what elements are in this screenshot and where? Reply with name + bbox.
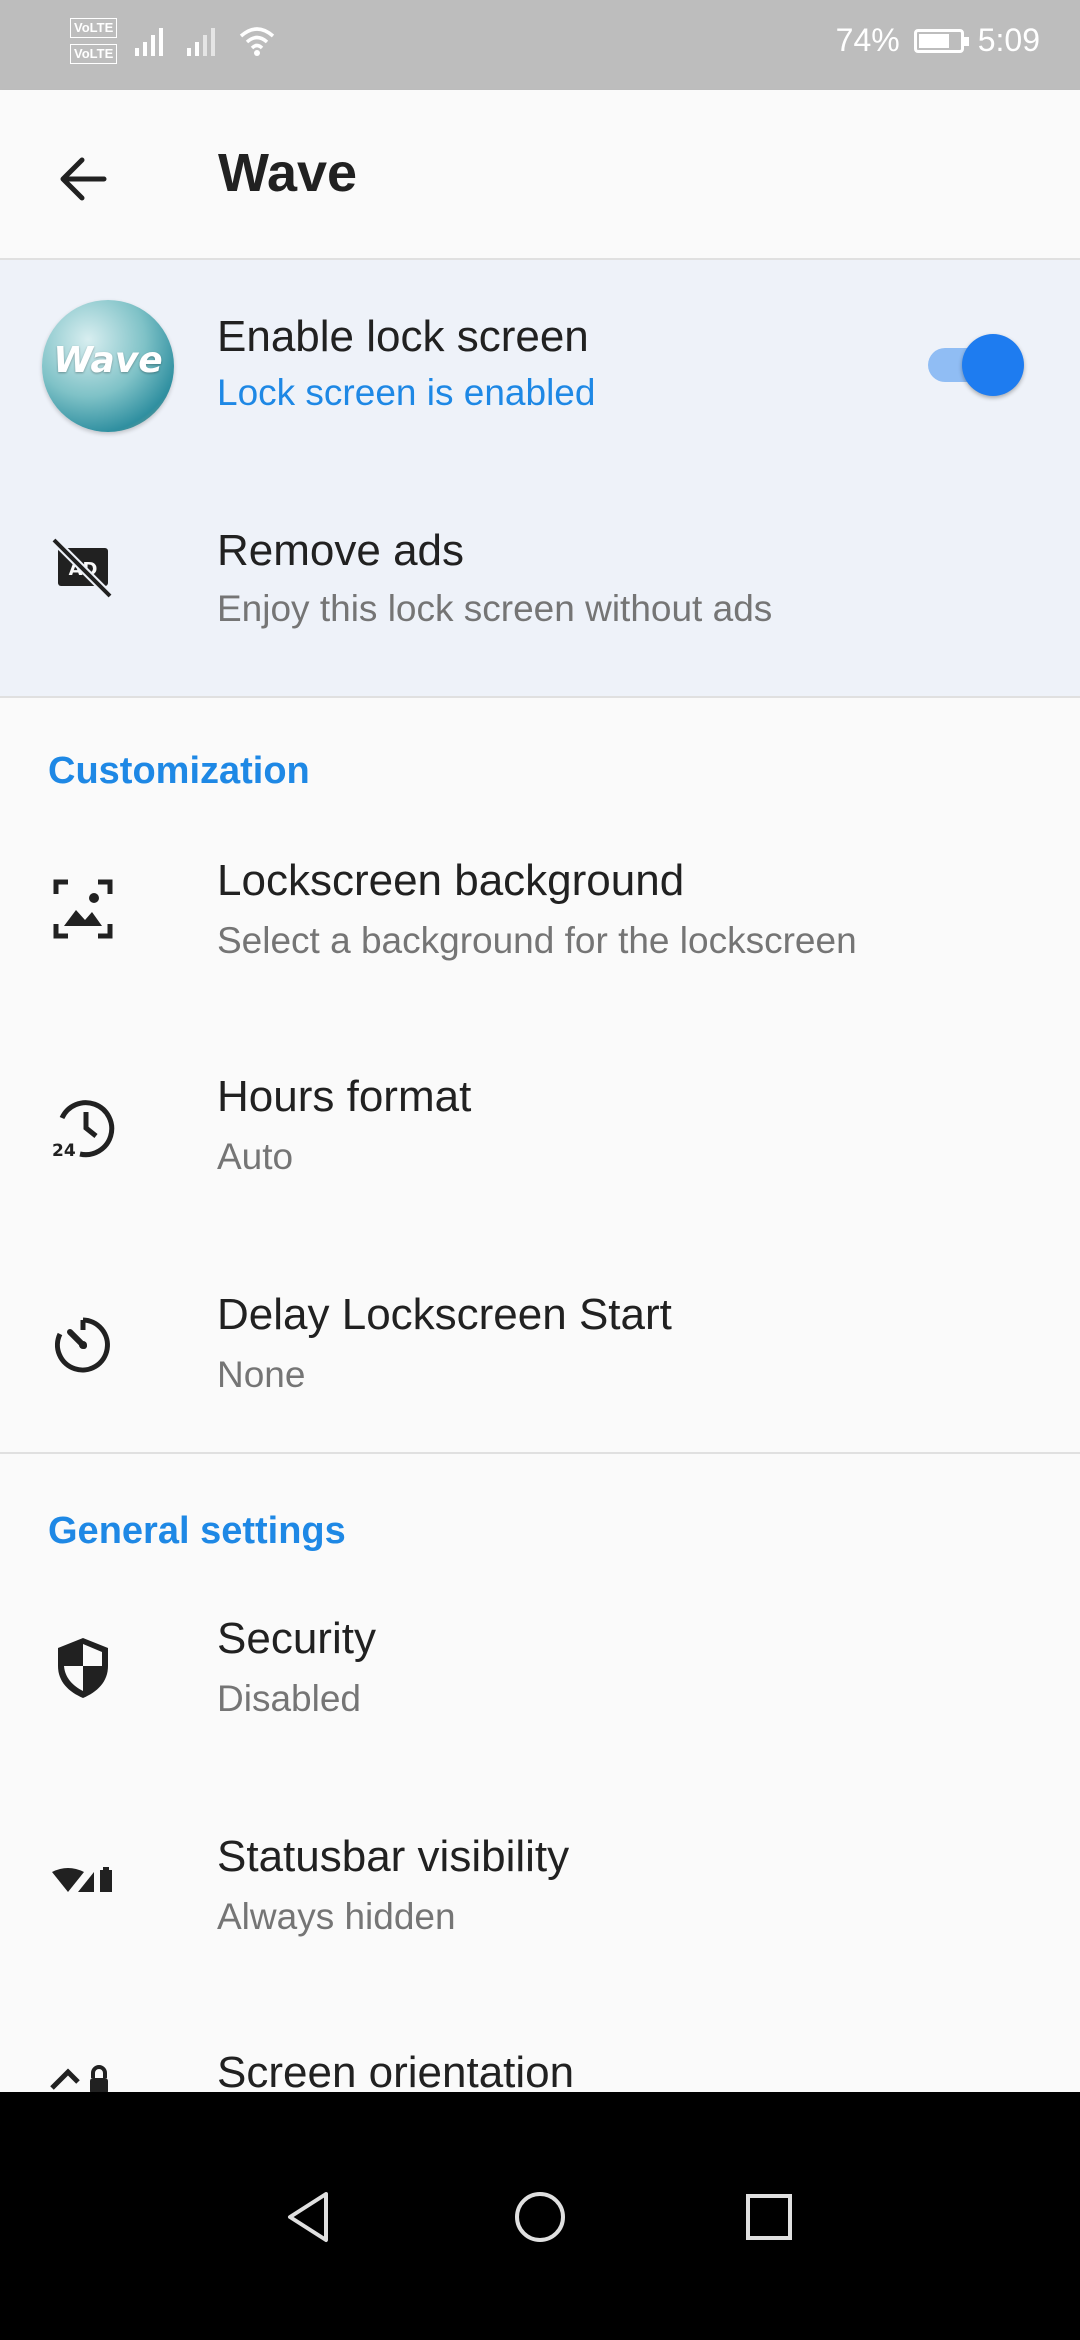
- battery-percent: 74%: [835, 22, 900, 58]
- avatar-text: Wave: [53, 340, 163, 381]
- signal-battery-icon: [52, 1867, 112, 1892]
- ads-off-icon: AD: [51, 537, 113, 599]
- status-bar-left: VoLTE VoLTE: [70, 18, 277, 64]
- app-avatar: Wave: [42, 300, 174, 432]
- shield-icon: [58, 1638, 108, 1698]
- delay-lockscreen-subtitle: None: [217, 1354, 306, 1395]
- hours-format-subtitle: Auto: [217, 1136, 294, 1177]
- battery-icon: [913, 28, 969, 53]
- highlight-panel: Wave Enable lock screen Lock screen is e…: [0, 260, 1080, 698]
- battery-fill: [918, 33, 949, 48]
- remove-ads-row[interactable]: AD Remove ads Enjoy this lock screen wit…: [0, 476, 1080, 694]
- statusbar-visibility-subtitle: Always hidden: [217, 1896, 456, 1937]
- enable-lock-screen-title: Enable lock screen: [217, 312, 589, 361]
- wallpaper-icon: [53, 879, 113, 939]
- signal-1-icon: [135, 28, 164, 56]
- status-bar: VoLTE VoLTE 74% 5:09: [0, 0, 1080, 90]
- statusbar-visibility-row[interactable]: Statusbar visibility Always hidden: [0, 1806, 1080, 2024]
- section-header-general-settings: General settings: [48, 1510, 346, 1552]
- hours-format-title: Hours format: [217, 1072, 472, 1121]
- timer-icon: [54, 1317, 110, 1373]
- section-divider: [0, 1452, 1080, 1454]
- page-title: Wave: [218, 143, 358, 203]
- back-triangle-icon[interactable]: [274, 2182, 344, 2252]
- arrow-back-icon[interactable]: [48, 144, 118, 214]
- lock-screen-toggle[interactable]: [928, 334, 1024, 396]
- statusbar-visibility-title: Statusbar visibility: [217, 1832, 570, 1881]
- security-row[interactable]: Security Disabled: [0, 1588, 1080, 1806]
- volte-1-label: VoLTE: [70, 18, 118, 38]
- delay-lockscreen-start-row[interactable]: Delay Lockscreen Start None: [0, 1262, 1080, 1452]
- clock: 5:09: [977, 22, 1040, 58]
- lockscreen-background-subtitle: Select a background for the lockscreen: [217, 920, 857, 961]
- app-bar: Wave: [0, 90, 1080, 260]
- security-title: Security: [217, 1614, 376, 1663]
- enable-lock-screen-subtitle: Lock screen is enabled: [217, 372, 596, 413]
- clock-24-icon: 24: [52, 1100, 115, 1161]
- volte-indicators: VoLTE VoLTE: [70, 18, 118, 64]
- remove-ads-subtitle: Enjoy this lock screen without ads: [217, 588, 773, 629]
- security-subtitle: Disabled: [217, 1678, 361, 1719]
- screen-orientation-row[interactable]: Screen orientation: [0, 2024, 1080, 2092]
- remove-ads-title: Remove ads: [217, 526, 465, 575]
- hours-format-row[interactable]: 24 Hours format Auto: [0, 1044, 1080, 1262]
- status-bar-right: 74% 5:09: [836, 22, 1040, 59]
- svg-text:24: 24: [52, 1141, 76, 1161]
- navigation-bar: [0, 2092, 1080, 2340]
- section-header-customization: Customization: [48, 750, 310, 792]
- wifi-icon: [240, 27, 275, 56]
- lockscreen-background-title: Lockscreen background: [217, 856, 685, 905]
- home-circle-icon[interactable]: [505, 2182, 575, 2252]
- volte-2-label: VoLTE: [70, 44, 118, 64]
- delay-lockscreen-title: Delay Lockscreen Start: [217, 1290, 672, 1339]
- signal-2-icon: [187, 28, 216, 56]
- screen-orientation-title: Screen orientation: [217, 2048, 575, 2092]
- toggle-thumb: [962, 334, 1024, 396]
- recents-square-icon[interactable]: [734, 2182, 804, 2252]
- screen-rotation-lock-icon: [50, 2065, 108, 2092]
- enable-lock-screen-row[interactable]: Wave Enable lock screen Lock screen is e…: [0, 260, 1080, 476]
- lockscreen-background-row[interactable]: Lockscreen background Select a backgroun…: [0, 826, 1080, 1044]
